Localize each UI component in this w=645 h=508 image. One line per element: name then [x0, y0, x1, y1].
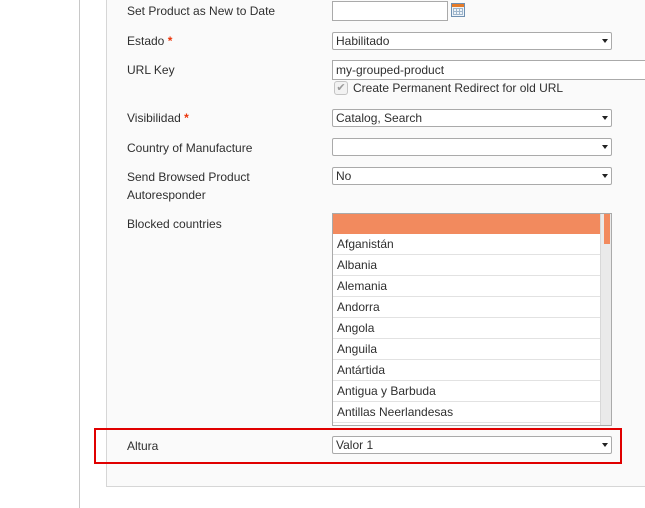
autoresponder-label-line1: Send Browsed Product: [127, 170, 250, 184]
list-option[interactable]: [333, 214, 601, 234]
dropdown-arrow-icon: [600, 438, 610, 452]
page-divider: [79, 0, 80, 508]
autoresponder-select[interactable]: No: [332, 167, 612, 185]
list-option[interactable]: Andorra: [333, 297, 601, 318]
redirect-checkbox-label: Create Permanent Redirect for old URL: [353, 81, 564, 95]
dropdown-arrow-icon: [600, 111, 610, 125]
list-option[interactable]: Afganistán: [333, 234, 601, 255]
list-option[interactable]: Alemania: [333, 276, 601, 297]
estado-label: Estado *: [127, 34, 173, 48]
autoresponder-value: No: [336, 169, 352, 183]
country-of-manufacture-select[interactable]: [332, 138, 612, 156]
estado-select[interactable]: Habilitado: [332, 32, 612, 50]
estado-value: Habilitado: [336, 34, 390, 48]
altura-value: Valor 1: [336, 438, 374, 452]
visibilidad-label: Visibilidad *: [127, 111, 189, 125]
country-of-manufacture-label: Country of Manufacture: [127, 141, 253, 155]
list-option[interactable]: Antillas Neerlandesas: [333, 402, 601, 423]
url-key-input[interactable]: [332, 60, 645, 80]
dropdown-arrow-icon: [600, 140, 610, 154]
url-key-label: URL Key: [127, 63, 175, 77]
redirect-checkbox[interactable]: ✔: [334, 81, 348, 95]
visibilidad-value: Catalog, Search: [336, 111, 423, 125]
list-option[interactable]: Albania: [333, 255, 601, 276]
required-mark: *: [167, 34, 173, 48]
scrollbar-thumb[interactable]: [604, 214, 610, 244]
altura-label: Altura: [127, 439, 159, 453]
blocked-countries-label: Blocked countries: [127, 217, 222, 231]
altura-select[interactable]: Valor 1: [332, 436, 612, 454]
new-to-date-input[interactable]: [332, 1, 448, 21]
autoresponder-label-line2: Autoresponder: [127, 188, 206, 202]
visibilidad-select[interactable]: Catalog, Search: [332, 109, 612, 127]
dropdown-arrow-icon: [600, 34, 610, 48]
list-option[interactable]: Anguila: [333, 339, 601, 360]
new-to-date-label: Set Product as New to Date: [127, 4, 276, 18]
blocked-countries-listbox[interactable]: Afganistán Albania Alemania Andorra Ango…: [332, 213, 612, 426]
listbox-scrollbar[interactable]: [600, 214, 611, 425]
list-option[interactable]: Angola: [333, 318, 601, 339]
dropdown-arrow-icon: [600, 169, 610, 183]
required-mark: *: [184, 111, 189, 125]
list-option[interactable]: Antártida: [333, 360, 601, 381]
list-option[interactable]: Antigua y Barbuda: [333, 381, 601, 402]
calendar-icon[interactable]: [451, 3, 465, 17]
